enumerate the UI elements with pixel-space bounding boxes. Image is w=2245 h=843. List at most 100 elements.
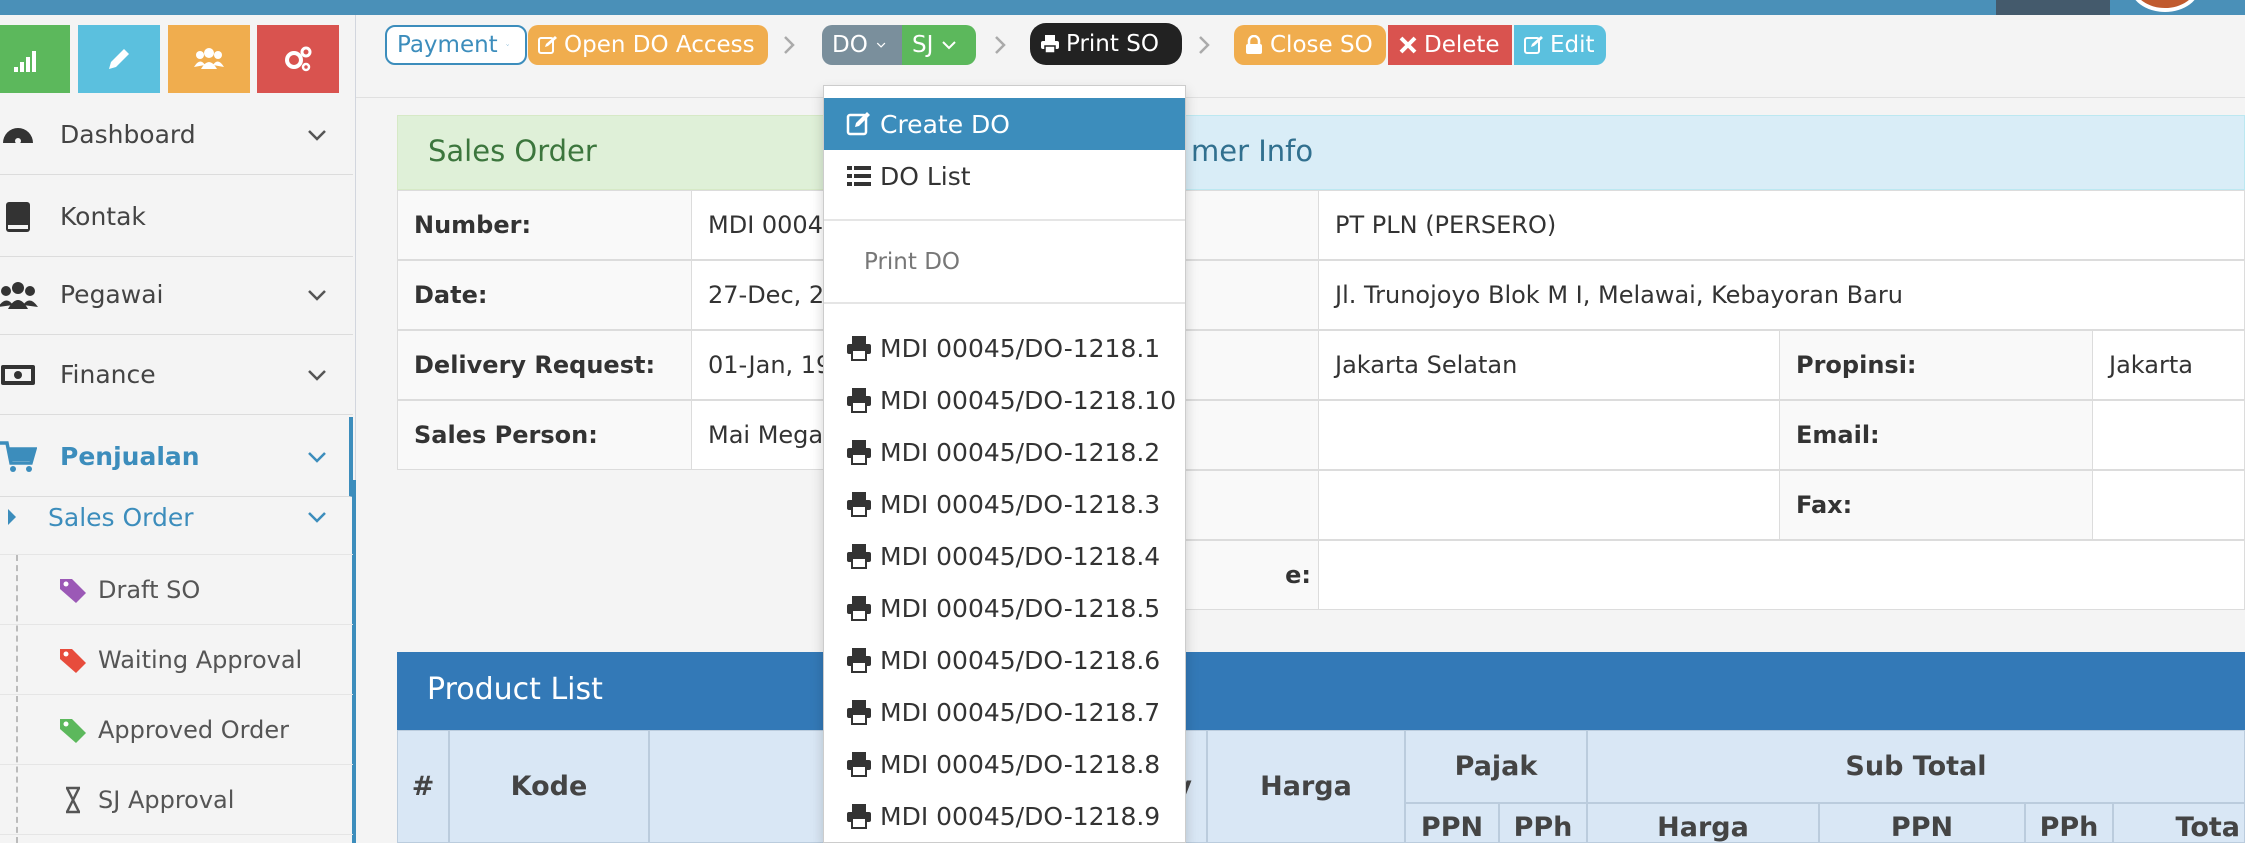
sidebar-item-waiting-approval[interactable]: Waiting Approval: [0, 625, 353, 695]
chevron-down-icon: [308, 369, 326, 381]
print-do-item[interactable]: MDI 00045/DO-1218.1: [824, 322, 1185, 374]
propinsi-label: Propinsi:: [1779, 330, 2093, 400]
print-so-button[interactable]: Print SO: [1030, 23, 1182, 65]
dashboard-icon: [0, 115, 38, 155]
col-sub-harga: Harga: [1587, 803, 1819, 843]
sidebar-item-dashboard[interactable]: Dashboard: [0, 95, 353, 175]
panel-title: Product List: [427, 672, 603, 707]
sales-order-header: Sales Order: [397, 115, 827, 190]
menu-item-label: MDI 00045/DO-1218.7: [880, 697, 1161, 727]
panel-title: Sales Order: [428, 134, 597, 168]
do-dropdown-menu: Create DO DO List Print DO MDI 00045/DO-…: [823, 85, 1186, 843]
menu-item-label: MDI 00045/DO-1218.2: [880, 437, 1161, 467]
delete-button[interactable]: Delete: [1388, 25, 1512, 65]
edit-quick-button[interactable]: [78, 25, 160, 93]
panel-title: mer Info: [1191, 134, 1314, 168]
top-navbar: [0, 0, 2245, 15]
navbar-user-area[interactable]: [1996, 0, 2110, 15]
menu-divider: [824, 219, 1185, 221]
do-dropdown-button[interactable]: DO: [822, 25, 902, 65]
signal-icon: [14, 51, 36, 72]
col-number: #: [397, 730, 449, 843]
menu-item-label: MDI 00045/DO-1218.6: [880, 645, 1161, 675]
sidebar-item-label: Finance: [60, 360, 156, 389]
city-label-cell: [1180, 330, 1320, 400]
sidebar-item-kontak[interactable]: Kontak: [0, 177, 353, 257]
col-total: Tota: [2113, 803, 2245, 843]
sidebar-item-sj-approval[interactable]: SJ Approval: [0, 765, 353, 835]
group-quick-button[interactable]: [168, 25, 250, 93]
print-do-item[interactable]: MDI 00045/DO-1218.9: [824, 790, 1185, 842]
print-icon: [847, 804, 871, 829]
sj-label: SJ: [912, 32, 934, 58]
open-do-access-button[interactable]: Open DO Access: [528, 25, 768, 65]
group-icon: [194, 48, 224, 69]
close-icon: [1399, 36, 1417, 54]
menu-item-label: MDI 00045/DO-1218.1: [880, 333, 1161, 363]
address-label-cell: [1180, 260, 1320, 330]
sidebar-item-draft-so[interactable]: Draft SO: [0, 555, 353, 625]
sidebar-item-sales-order[interactable]: Sales Order: [0, 480, 353, 555]
sidebar-item-label: SJ Approval: [98, 785, 235, 814]
note-label: e:: [1180, 540, 1320, 610]
chevron-right-icon: [1199, 36, 1210, 54]
avatar[interactable]: [2130, 0, 2200, 12]
submenu-guide-line: [16, 555, 18, 843]
menu-item-label: Create DO: [880, 109, 1010, 139]
sidebar-item-finance[interactable]: Finance: [0, 335, 353, 415]
customer-address: Jl. Trunojoyo Blok M I, Melawai, Kebayor…: [1318, 260, 2245, 330]
sidebar-item-pegawai[interactable]: Pegawai: [0, 255, 353, 335]
col-sub-pph: PPh: [2025, 803, 2113, 843]
propinsi-value: Jakarta: [2092, 330, 2245, 400]
print-icon: [847, 752, 871, 777]
print-do-item[interactable]: MDI 00045/DO-1218.4: [824, 530, 1185, 582]
menu-item-label: MDI 00045/DO-1218.9: [880, 801, 1161, 831]
print-do-item[interactable]: MDI 00045/DO-1218.3: [824, 478, 1185, 530]
sidebar-item-label: Pegawai: [60, 280, 164, 309]
print-do-item[interactable]: MDI 00045/DO-1218.8: [824, 738, 1185, 790]
cart-icon: [0, 437, 38, 477]
col-pajak: Pajak: [1405, 730, 1587, 803]
chevron-down-icon: [308, 451, 326, 463]
col-kode: Kode: [449, 730, 649, 843]
print-do-item[interactable]: MDI 00045/DO-1218.5: [824, 582, 1185, 634]
gears-icon: [285, 46, 312, 72]
fax-label: Fax:: [1779, 470, 2093, 540]
sales-person-label: Sales Person:: [397, 400, 692, 470]
customer-label-cell: [1180, 190, 1320, 260]
col-ppn: PPN: [1405, 803, 1499, 843]
print-do-item[interactable]: MDI 00045/DO-1218.6: [824, 634, 1185, 686]
sidebar-item-label: Kontak: [60, 202, 146, 231]
print-icon: [847, 544, 871, 569]
sidebar-item-approved-order[interactable]: Approved Order: [0, 695, 353, 765]
print-so-label: Print SO: [1066, 31, 1159, 57]
number-label: Number:: [397, 190, 692, 260]
stats-quick-button[interactable]: [0, 25, 70, 93]
do-label: DO: [832, 32, 868, 58]
do-list-menu-item[interactable]: DO List: [824, 150, 1185, 202]
sj-dropdown-button[interactable]: SJ: [902, 25, 976, 65]
phone-value: [1318, 400, 1780, 470]
product-list-header: Product List: [397, 652, 2245, 730]
number-value: MDI 0004: [691, 190, 831, 260]
print-do-item[interactable]: MDI 00045/DO-1218.10: [824, 374, 1185, 426]
edit-button[interactable]: Edit: [1514, 25, 1606, 65]
menu-divider: [824, 302, 1185, 304]
create-do-menu-item[interactable]: Create DO: [824, 98, 1185, 150]
list-icon: [847, 166, 871, 186]
close-so-button[interactable]: Close SO: [1234, 25, 1386, 65]
col-harga: Harga: [1207, 730, 1405, 843]
chevron-down-icon: [308, 129, 326, 141]
edit-label: Edit: [1550, 32, 1595, 58]
hourglass-icon: [65, 786, 81, 813]
settings-quick-button[interactable]: [257, 25, 339, 93]
customer-city: Jakarta Selatan: [1318, 330, 1780, 400]
print-do-item[interactable]: MDI 00045/DO-1218.2: [824, 426, 1185, 478]
note-value: [1318, 540, 2245, 610]
sales-order-submenu: Sales Order Draft SO Waiting Approval Ap…: [0, 480, 356, 843]
payment-select[interactable]: Payment: [385, 25, 527, 65]
print-icon: [847, 648, 871, 673]
mobile-value: [1318, 470, 1780, 540]
print-do-item[interactable]: MDI 00045/DO-1218.7: [824, 686, 1185, 738]
menu-item-label: DO List: [880, 161, 971, 191]
